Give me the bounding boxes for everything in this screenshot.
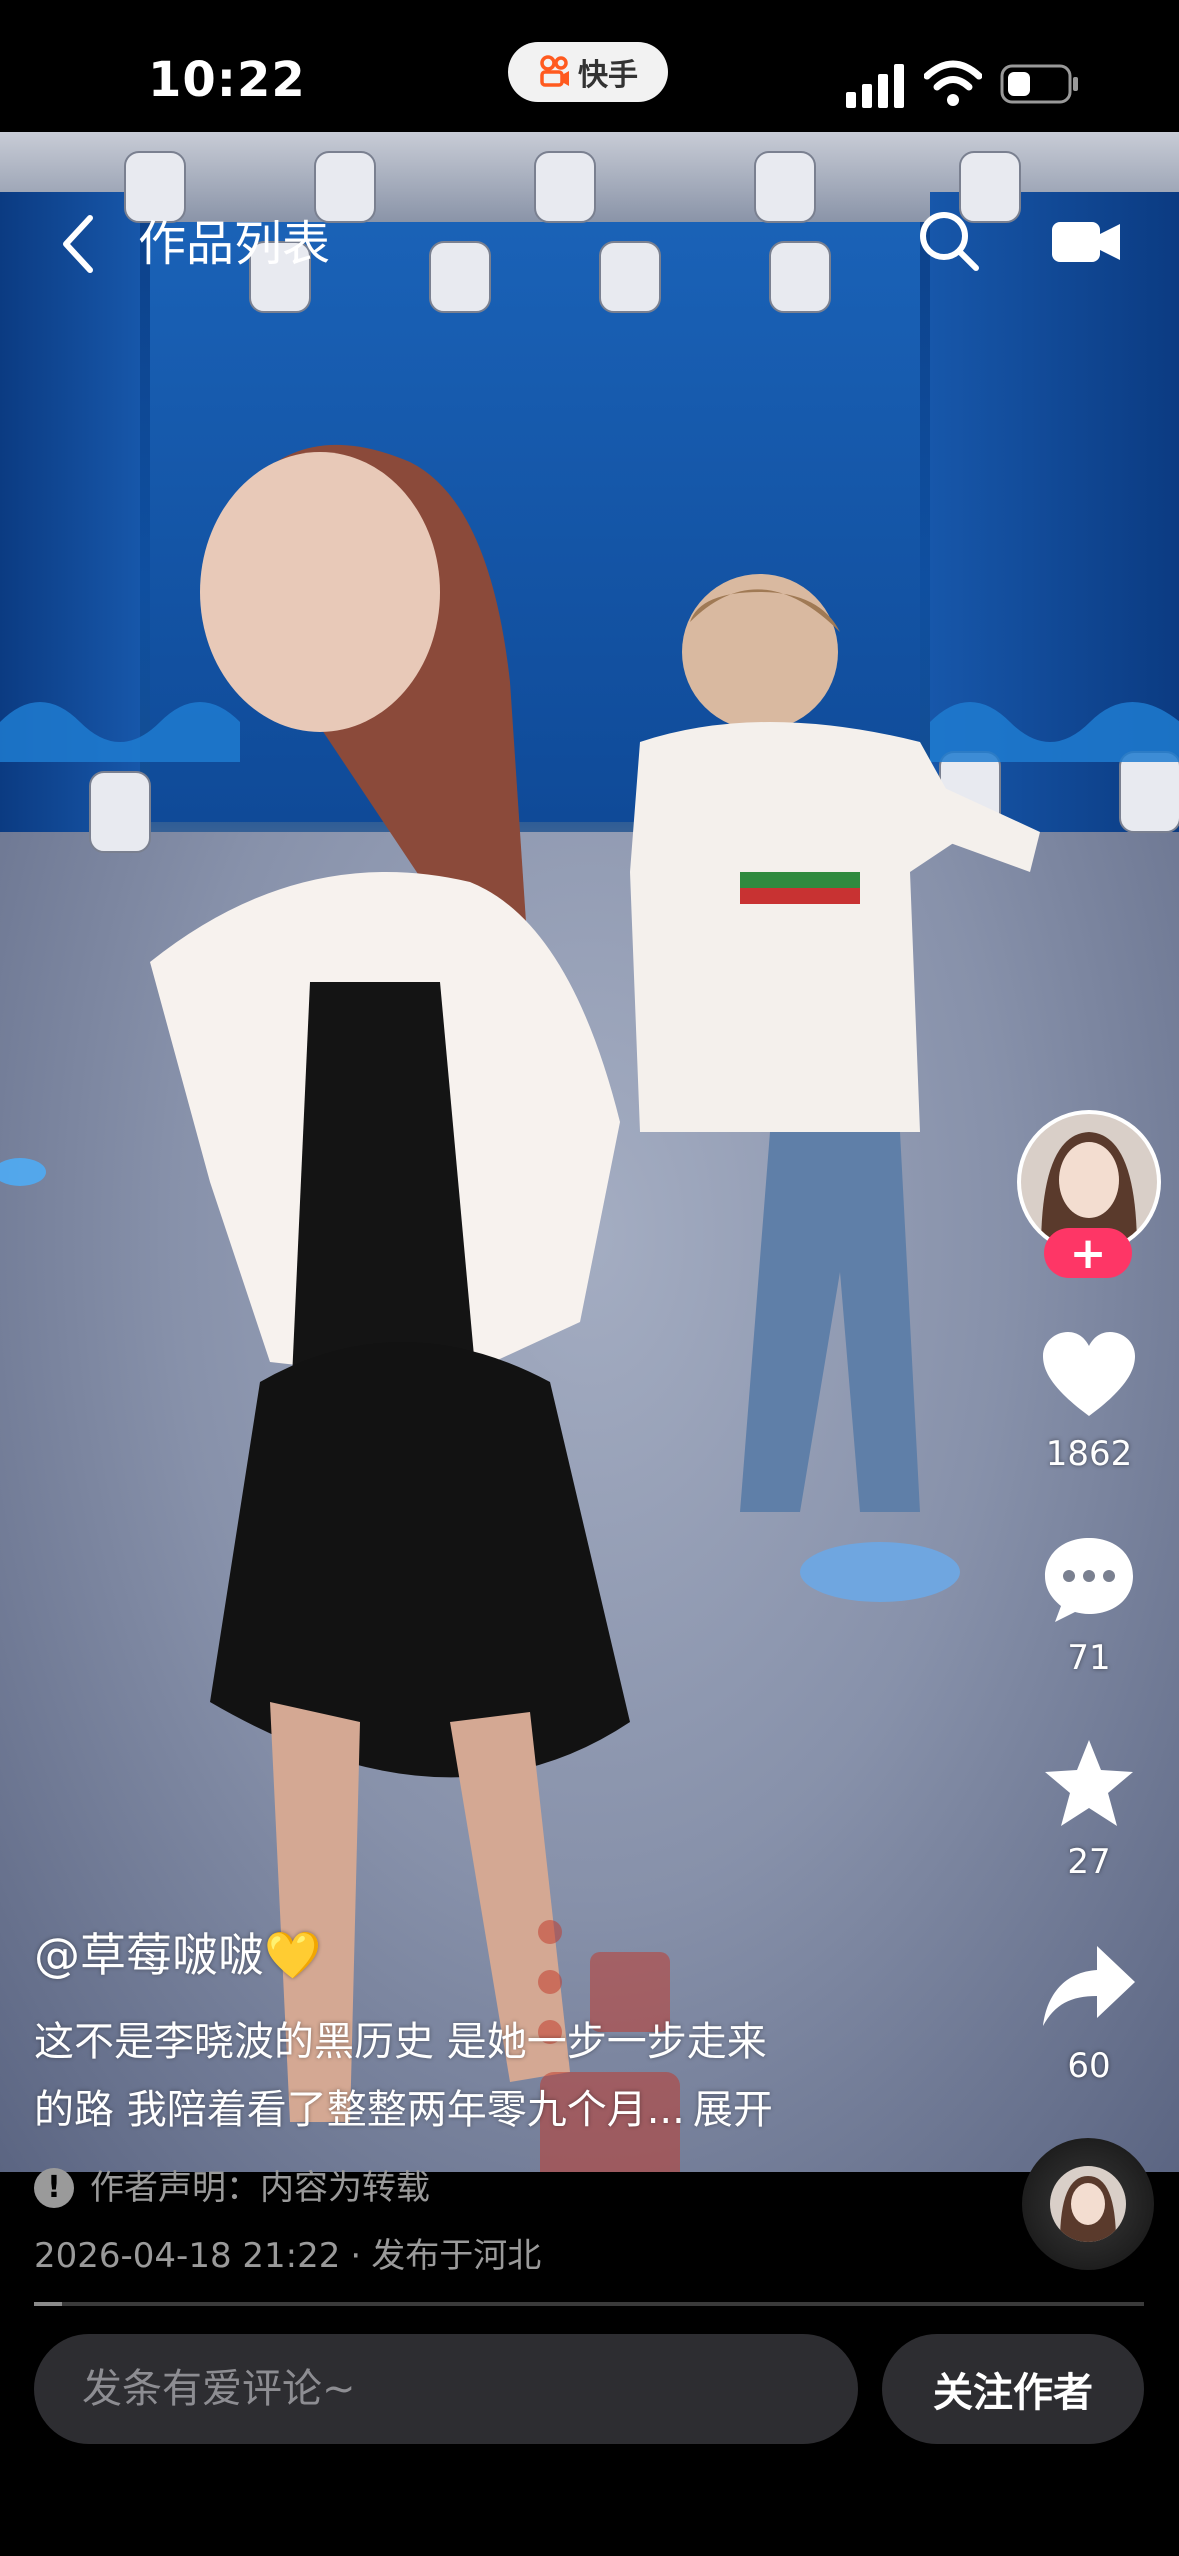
meta-separator: · (350, 2236, 362, 2276)
notice-text: 作者声明：内容为转载 (90, 2168, 430, 2208)
signal-icon (846, 64, 904, 108)
comment-icon (1045, 1538, 1133, 1622)
share-button[interactable]: 60 (1030, 1942, 1148, 2086)
back-icon[interactable] (58, 212, 98, 276)
video-progress-bar[interactable] (34, 2302, 1144, 2306)
like-button[interactable]: 1862 (1030, 1330, 1148, 1474)
description-line-1: 这不是李晓波的黑历史 是她一步一步走来 (34, 2019, 767, 2065)
video-player[interactable] (0, 132, 1179, 2172)
comment-button[interactable]: 71 (1030, 1534, 1148, 1678)
status-time: 10:22 (148, 52, 306, 108)
search-icon[interactable] (918, 210, 980, 272)
comment-count: 71 (1067, 1638, 1111, 1678)
follow-plus-button[interactable]: + (1044, 1228, 1132, 1279)
post-datetime: 2026-04-18 21:22 (34, 2236, 341, 2276)
app-switch-pill[interactable]: 快手 (508, 42, 668, 102)
video-progress-fill (34, 2302, 62, 2306)
follow-author-button[interactable]: 关注作者 (882, 2334, 1144, 2444)
favorite-count: 27 (1067, 1842, 1111, 1882)
heart-icon (1043, 1332, 1135, 1416)
author-notice: ! 作者声明：内容为转载 (34, 2160, 430, 2216)
wifi-icon (924, 60, 982, 106)
favorite-button[interactable]: 27 (1030, 1738, 1148, 1882)
app-pill-label: 快手 (578, 58, 638, 93)
expand-link[interactable]: 展开 (693, 2087, 773, 2133)
author-name[interactable]: @草莓啵啵💛 (34, 1920, 321, 1990)
share-icon (1043, 1946, 1135, 2026)
post-location: 发布于河北 (371, 2236, 542, 2276)
foreground-dancer (150, 444, 630, 2122)
post-meta: 2026-04-18 21:22 · 发布于河北 (34, 2228, 541, 2284)
comment-input[interactable] (80, 2365, 824, 2413)
battery-icon (1000, 64, 1078, 104)
page-title: 作品列表 (138, 216, 331, 272)
post-description: 这不是李晓波的黑历史 是她一步一步走来 的路 我陪着看了整整两年零九个月... 展… (34, 2008, 874, 2144)
music-disc[interactable] (1022, 2138, 1154, 2270)
status-bar: 10:22 快手 (0, 0, 1179, 132)
share-count: 60 (1067, 2046, 1111, 2086)
alert-icon: ! (34, 2168, 74, 2208)
description-line-2: 的路 我陪着看了整整两年零九个月... (34, 2087, 685, 2133)
kuaishou-logo-icon (540, 55, 569, 87)
comment-box[interactable] (34, 2334, 858, 2444)
like-count: 1862 (1045, 1434, 1133, 1474)
camera-icon[interactable] (1050, 218, 1122, 266)
star-icon (1045, 1740, 1133, 1826)
disc-cover (1050, 2166, 1126, 2242)
